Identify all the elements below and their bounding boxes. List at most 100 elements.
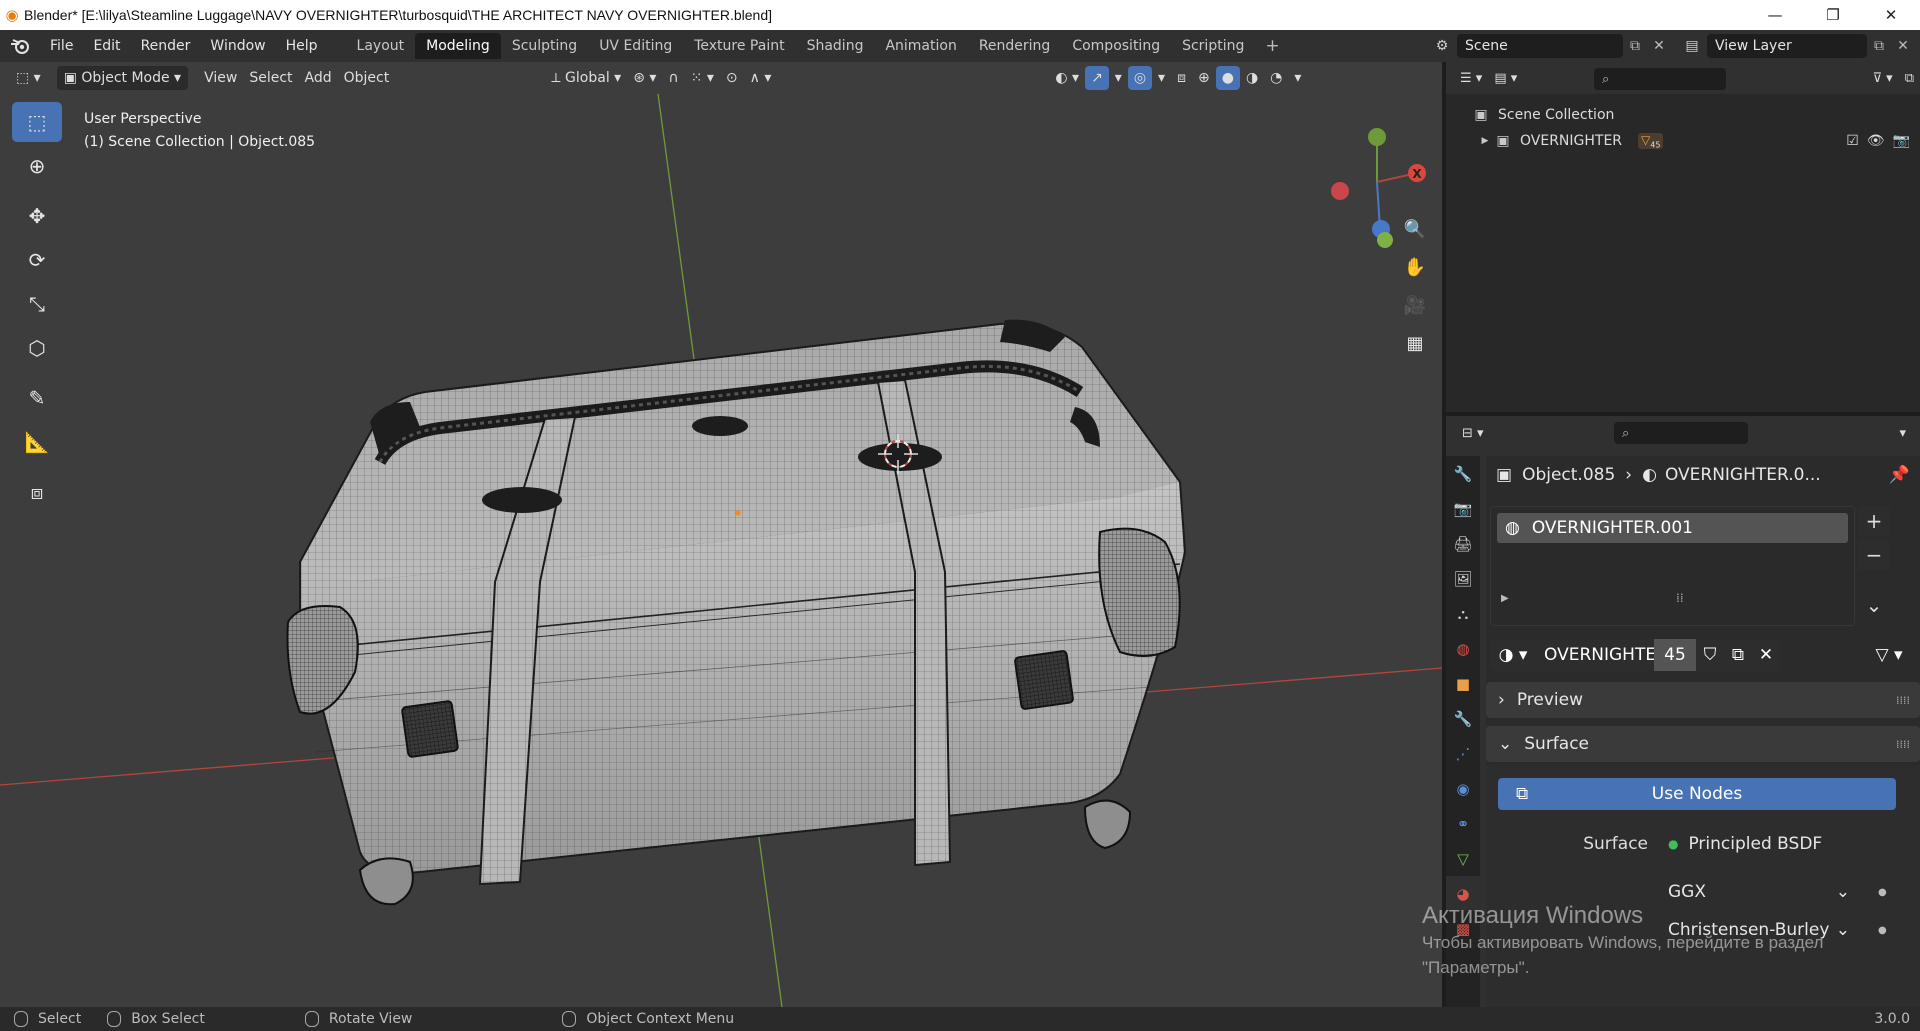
duplicate-material-icon[interactable]: ⧉: [1724, 639, 1752, 671]
physics-tab-icon[interactable]: ◉: [1446, 771, 1480, 806]
modifier-tab-icon[interactable]: 🔧: [1446, 701, 1480, 736]
mode-dropdown[interactable]: ▣ Object Mode ▾: [56, 66, 189, 90]
pin-icon[interactable]: 📌: [1889, 465, 1910, 485]
use-nodes-button[interactable]: ⧉ Use Nodes: [1498, 778, 1896, 810]
tab-sculpting[interactable]: Sculpting: [501, 33, 588, 59]
delete-scene-icon[interactable]: ✕: [1647, 34, 1671, 58]
slot-specials-icon[interactable]: ⌄: [1858, 590, 1890, 620]
select-box-tool[interactable]: ⬚: [12, 102, 62, 142]
fake-user-icon[interactable]: ⛉: [1696, 639, 1724, 671]
material-shading-icon[interactable]: ◑: [1240, 66, 1264, 90]
material-slot[interactable]: ◍ OVERNIGHTER.001: [1497, 513, 1848, 543]
mesh-count-icon[interactable]: ▽45: [1638, 132, 1664, 150]
preview-panel-header[interactable]: › Preview ⁞⁞⁞⁞: [1486, 682, 1920, 718]
view-layer-tab-icon[interactable]: 🖼: [1446, 561, 1480, 596]
output-tab-icon[interactable]: 🖨: [1446, 526, 1480, 561]
constraints-tab-icon[interactable]: ⚭: [1446, 806, 1480, 841]
resize-handle-icon[interactable]: ⁞⁞: [1676, 591, 1684, 605]
drag-handle-icon[interactable]: ⁞⁞⁞⁞: [1896, 694, 1910, 707]
menu-add[interactable]: Add: [299, 66, 338, 90]
close-button[interactable]: ✕: [1862, 0, 1920, 30]
tab-uv-editing[interactable]: UV Editing: [588, 33, 683, 59]
snap-target-icon[interactable]: ⁙ ▾: [685, 66, 720, 90]
unlink-material-icon[interactable]: ✕: [1752, 639, 1780, 671]
link-mode-icon[interactable]: ▽ ▾: [1868, 639, 1910, 671]
world-tab-icon[interactable]: ◍: [1446, 631, 1480, 666]
material-tab-icon[interactable]: ◕: [1446, 876, 1480, 911]
snap-icon[interactable]: ∩: [662, 66, 684, 90]
add-slot-button[interactable]: +: [1858, 506, 1890, 536]
new-collection-icon[interactable]: ⧉: [1899, 66, 1920, 90]
subsurface-method-dropdown[interactable]: Christensen-Burley ⌄: [1658, 915, 1860, 945]
user-count-badge[interactable]: 45: [1654, 639, 1696, 671]
scene-collection-row[interactable]: ▣ Scene Collection: [1470, 102, 1920, 128]
play-icon[interactable]: ▶: [1501, 593, 1509, 604]
tab-layout[interactable]: Layout: [346, 33, 416, 59]
minimize-button[interactable]: —: [1746, 0, 1804, 30]
eye-icon[interactable]: 👁: [1867, 133, 1885, 149]
new-view-layer-icon[interactable]: ⧉: [1867, 34, 1891, 58]
menu-edit[interactable]: Edit: [83, 30, 130, 62]
keyframe-dot-icon[interactable]: ●: [1878, 925, 1887, 936]
new-scene-icon[interactable]: ⧉: [1623, 34, 1647, 58]
gizmo-dropdown-icon[interactable]: ▾: [1109, 66, 1128, 90]
chevron-down-icon[interactable]: ▾: [1893, 421, 1912, 445]
browse-material-icon[interactable]: ◑ ▾: [1490, 639, 1536, 671]
menu-help[interactable]: Help: [276, 30, 328, 62]
distribution-dropdown[interactable]: GGX ⌄: [1658, 877, 1860, 907]
falloff-icon[interactable]: ∧ ▾: [744, 66, 778, 90]
collection-row-overnighter[interactable]: ▶ ▣ OVERNIGHTER ▽45 ☑ 👁 📷: [1470, 128, 1920, 154]
scene-tab-icon[interactable]: ⛬: [1446, 596, 1480, 631]
delete-view-layer-icon[interactable]: ✕: [1891, 34, 1915, 58]
view-layer-icon[interactable]: ▤: [1677, 33, 1707, 59]
cursor-tool[interactable]: ⊕: [12, 146, 62, 186]
add-cube-tool[interactable]: ⧈: [12, 472, 62, 512]
shading-dropdown-icon[interactable]: ▾: [1288, 66, 1307, 90]
object-tab-icon[interactable]: ■: [1446, 666, 1480, 701]
properties-search-input[interactable]: ⌕: [1614, 422, 1748, 444]
remove-slot-button[interactable]: −: [1858, 540, 1890, 570]
perspective-grid-icon[interactable]: ▦: [1398, 326, 1432, 360]
tool-tab-icon[interactable]: 🔧: [1446, 456, 1480, 491]
texture-tab-icon[interactable]: ▩: [1446, 911, 1480, 946]
particles-tab-icon[interactable]: ⋰: [1446, 736, 1480, 771]
material-slot-list[interactable]: ◍ OVERNIGHTER.001 ▶ ⁞⁞: [1490, 506, 1855, 626]
tab-texture-paint[interactable]: Texture Paint: [683, 33, 795, 59]
material-name-field[interactable]: OVERNIGHTE...: [1536, 639, 1672, 671]
annotate-tool[interactable]: ✎: [12, 378, 62, 418]
properties-editor-icon[interactable]: ⊟ ▾: [1456, 421, 1490, 445]
transform-tool[interactable]: ⬡: [12, 328, 62, 368]
solid-shading-icon[interactable]: ●: [1215, 66, 1240, 90]
drag-handle-icon[interactable]: ⁞⁞⁞⁞: [1896, 738, 1910, 751]
editor-type-icon[interactable]: ⬚ ▾: [10, 66, 47, 90]
3d-viewport[interactable]: ⬚ ▾ ▣ Object Mode ▾ View Select Add Obje…: [0, 62, 1442, 1007]
data-tab-icon[interactable]: ▽: [1446, 841, 1480, 876]
tab-rendering[interactable]: Rendering: [968, 33, 1062, 59]
add-workspace-button[interactable]: +: [1255, 36, 1289, 56]
view-layer-field[interactable]: View Layer: [1707, 34, 1867, 58]
move-tool[interactable]: ✥: [12, 196, 62, 236]
menu-render[interactable]: Render: [131, 30, 201, 62]
overlays-icon[interactable]: ◎: [1127, 66, 1153, 90]
rotate-tool[interactable]: ⟳: [12, 240, 62, 280]
keyframe-dot-icon[interactable]: ●: [1878, 887, 1887, 898]
expand-arrow-icon[interactable]: ▶: [1478, 136, 1492, 146]
menu-view[interactable]: View: [198, 66, 243, 90]
wireframe-shading-icon[interactable]: ⊕: [1192, 66, 1216, 90]
blender-menu-icon[interactable]: [0, 30, 40, 62]
pivot-point-icon[interactable]: ⊛ ▾: [627, 66, 662, 90]
maximize-button[interactable]: ❐: [1804, 0, 1862, 30]
tab-animation[interactable]: Animation: [874, 33, 967, 59]
scene-name-field[interactable]: Scene: [1457, 34, 1623, 58]
menu-window[interactable]: Window: [200, 30, 275, 62]
tab-modeling[interactable]: Modeling: [415, 33, 501, 59]
surface-panel-header[interactable]: ⌄ Surface ⁞⁞⁞⁞: [1486, 726, 1920, 762]
menu-select[interactable]: Select: [243, 66, 298, 90]
render-tab-icon[interactable]: 📷: [1446, 491, 1480, 526]
gizmo-toggle-icon[interactable]: ↗: [1085, 66, 1109, 90]
surface-shader-field[interactable]: ● Principled BSDF: [1658, 829, 1860, 859]
display-mode-icon[interactable]: ▤ ▾: [1488, 66, 1523, 90]
tab-scripting[interactable]: Scripting: [1171, 33, 1255, 59]
camera-view-icon[interactable]: 🎥: [1398, 288, 1432, 322]
filter-icon[interactable]: ⊽ ▾: [1867, 66, 1899, 90]
